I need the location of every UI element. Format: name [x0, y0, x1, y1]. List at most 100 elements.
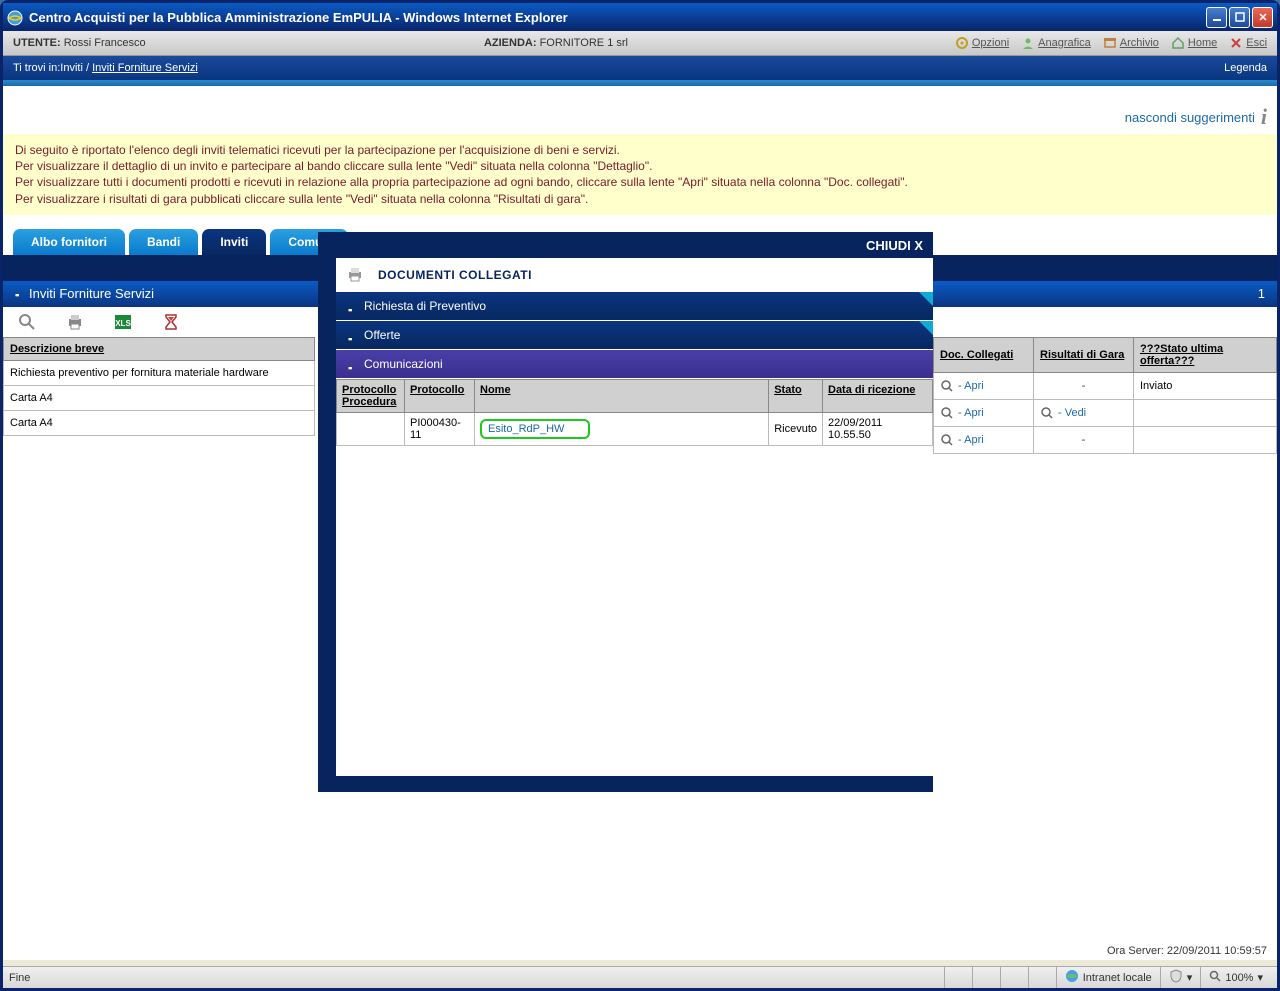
status-left: Fine: [9, 972, 944, 984]
section-bullet-icon: [15, 286, 23, 294]
modal-header: CHIUDI X: [318, 232, 933, 258]
company-name: FORNITORE 1 srl: [540, 37, 628, 49]
magnifier-icon: [940, 379, 954, 393]
hourglass-icon[interactable]: [161, 312, 181, 332]
titlebar: Centro Acquisti per la Pubblica Amminist…: [3, 3, 1277, 31]
svg-text:XLS: XLS: [115, 319, 131, 328]
info-bar: UTENTE: Rossi Francesco AZIENDA: FORNITO…: [3, 31, 1277, 56]
status-seg-empty: [944, 967, 972, 988]
modal-documenti-collegati: CHIUDI X DOCUMENTI COLLEGATI Richiesta d…: [318, 232, 933, 792]
hint-line-2: Per visualizzare il dettaglio di un invi…: [15, 158, 1265, 174]
modal-close-button[interactable]: CHIUDI X: [866, 238, 923, 253]
close-button[interactable]: [1252, 7, 1273, 28]
archivio-link[interactable]: Archivio: [1103, 36, 1159, 50]
col-protocollo-procedura[interactable]: Protocollo Procedura: [337, 380, 405, 413]
breadcrumb: Ti trovi in:Inviti / Inviti Forniture Se…: [3, 56, 1277, 80]
statusbar: Fine Intranet locale ▾ 100% ▾: [3, 966, 1277, 988]
magnifier-icon: [1040, 406, 1054, 420]
tab-albo-fornitori[interactable]: Albo fornitori: [13, 229, 125, 255]
globe-icon: [1065, 969, 1079, 986]
user-name: Rossi Francesco: [64, 37, 146, 49]
breadcrumb-prefix: Ti trovi in:: [13, 62, 60, 74]
magnifier-icon: [940, 406, 954, 420]
acc-offerte[interactable]: Offerte: [336, 321, 933, 350]
minimize-button[interactable]: [1206, 7, 1227, 28]
col-protocollo[interactable]: Protocollo: [405, 380, 475, 413]
home-icon: [1171, 36, 1185, 50]
col-descrizione-breve[interactable]: Descrizione breve: [4, 337, 315, 360]
opzioni-link[interactable]: Opzioni: [955, 36, 1009, 50]
company-label: AZIENDA:: [484, 37, 537, 49]
bullet-icon: [348, 360, 356, 368]
gear-icon: [955, 36, 969, 50]
cell-protocollo: PI000430-11: [405, 413, 475, 446]
section-count: 1: [1258, 286, 1265, 301]
col-nome[interactable]: Nome: [475, 380, 769, 413]
print-icon[interactable]: [346, 266, 364, 284]
col-risultati-gara[interactable]: Risultati di Gara: [1034, 337, 1134, 372]
esci-link[interactable]: Esci: [1229, 36, 1267, 50]
acc-comunicazioni[interactable]: Comunicazioni: [336, 350, 933, 379]
status-seg-empty: [1028, 967, 1056, 988]
modal-table-row: PI000430-11 Esito_RdP_HW Ricevuto 22/09/…: [337, 413, 933, 446]
anagrafica-link[interactable]: Anagrafica: [1021, 36, 1091, 50]
toggle-hints-link[interactable]: nascondi suggerimenti i: [1125, 104, 1267, 130]
stato-2: [1134, 426, 1277, 453]
exit-icon: [1229, 36, 1243, 50]
print-icon[interactable]: [65, 312, 85, 332]
section-title: Inviti Forniture Servizi: [29, 286, 154, 301]
col-doc-collegati[interactable]: Doc. Collegati: [934, 337, 1034, 372]
magnifier-icon: [1209, 970, 1221, 985]
apri-link-2[interactable]: - Apri: [940, 433, 1027, 447]
server-time: Ora Server: 22/09/2011 10:59:57: [3, 944, 1277, 960]
legenda-link[interactable]: Legenda: [1224, 62, 1267, 74]
shield-icon: [1169, 969, 1183, 986]
home-link[interactable]: Home: [1171, 36, 1217, 50]
hint-line-3: Per visualizzare tutti i documenti prodo…: [15, 174, 1265, 190]
tab-bandi[interactable]: Bandi: [129, 229, 198, 255]
col-data-ricezione[interactable]: Data di ricezione: [823, 380, 933, 413]
cell-protproc: [337, 413, 405, 446]
acc-content-comunicazioni: Protocollo Procedura Protocollo Nome Sta…: [336, 379, 933, 446]
risultati-0: -: [1034, 372, 1134, 399]
app-window: Centro Acquisti per la Pubblica Amminist…: [0, 0, 1280, 991]
apri-link-1[interactable]: - Apri: [940, 406, 1027, 420]
acc-richiesta-preventivo[interactable]: Richiesta di Preventivo: [336, 292, 933, 321]
ie-icon: [7, 9, 23, 25]
status-zone[interactable]: Intranet locale: [1056, 967, 1160, 988]
bullet-icon: [348, 331, 356, 339]
maximize-button[interactable]: [1229, 7, 1250, 28]
nome-link[interactable]: Esito_RdP_HW: [488, 423, 564, 435]
nome-highlight: Esito_RdP_HW: [480, 419, 590, 439]
search-icon[interactable]: [17, 312, 37, 332]
left-table: Descrizione breve Richiesta preventivo p…: [3, 337, 315, 436]
status-seg-empty: [1000, 967, 1028, 988]
user-label: UTENTE:: [13, 37, 61, 49]
col-stato[interactable]: Stato: [769, 380, 823, 413]
breadcrumb-path2[interactable]: Inviti Forniture Servizi: [92, 62, 198, 74]
window-controls: [1206, 7, 1273, 28]
archive-icon: [1103, 36, 1117, 50]
vedi-link-1[interactable]: - Vedi: [1040, 406, 1127, 420]
status-protected-mode[interactable]: ▾: [1160, 967, 1201, 988]
acc-notch-icon: [919, 292, 933, 306]
left-row-0: Richiesta preventivo per fornitura mater…: [4, 360, 315, 385]
stato-1: [1134, 399, 1277, 426]
status-zoom[interactable]: 100% ▾: [1200, 967, 1271, 988]
stato-0: Inviato: [1134, 372, 1277, 399]
breadcrumb-path1: Inviti: [60, 62, 83, 74]
modal-body: DOCUMENTI COLLEGATI Richiesta di Prevent…: [336, 258, 933, 776]
info-icon: i: [1261, 104, 1267, 130]
risultati-2: -: [1034, 426, 1134, 453]
excel-icon[interactable]: XLS: [113, 312, 133, 332]
hints-box: Di seguito è riportato l'elenco degli in…: [3, 134, 1277, 215]
accordion: Richiesta di Preventivo Offerte Comunica…: [336, 292, 933, 446]
hint-line-4: Per visualizzare i risultati di gara pub…: [15, 191, 1265, 207]
cell-stato: Ricevuto: [769, 413, 823, 446]
status-seg-empty: [972, 967, 1000, 988]
col-stato-offerta[interactable]: ???Stato ultima offerta???: [1134, 337, 1277, 372]
right-table: Doc. Collegati Risultati di Gara ???Stat…: [933, 337, 1277, 454]
bullet-icon: [348, 302, 356, 310]
tab-inviti[interactable]: Inviti: [202, 229, 266, 255]
apri-link-0[interactable]: - Apri: [940, 379, 1027, 393]
